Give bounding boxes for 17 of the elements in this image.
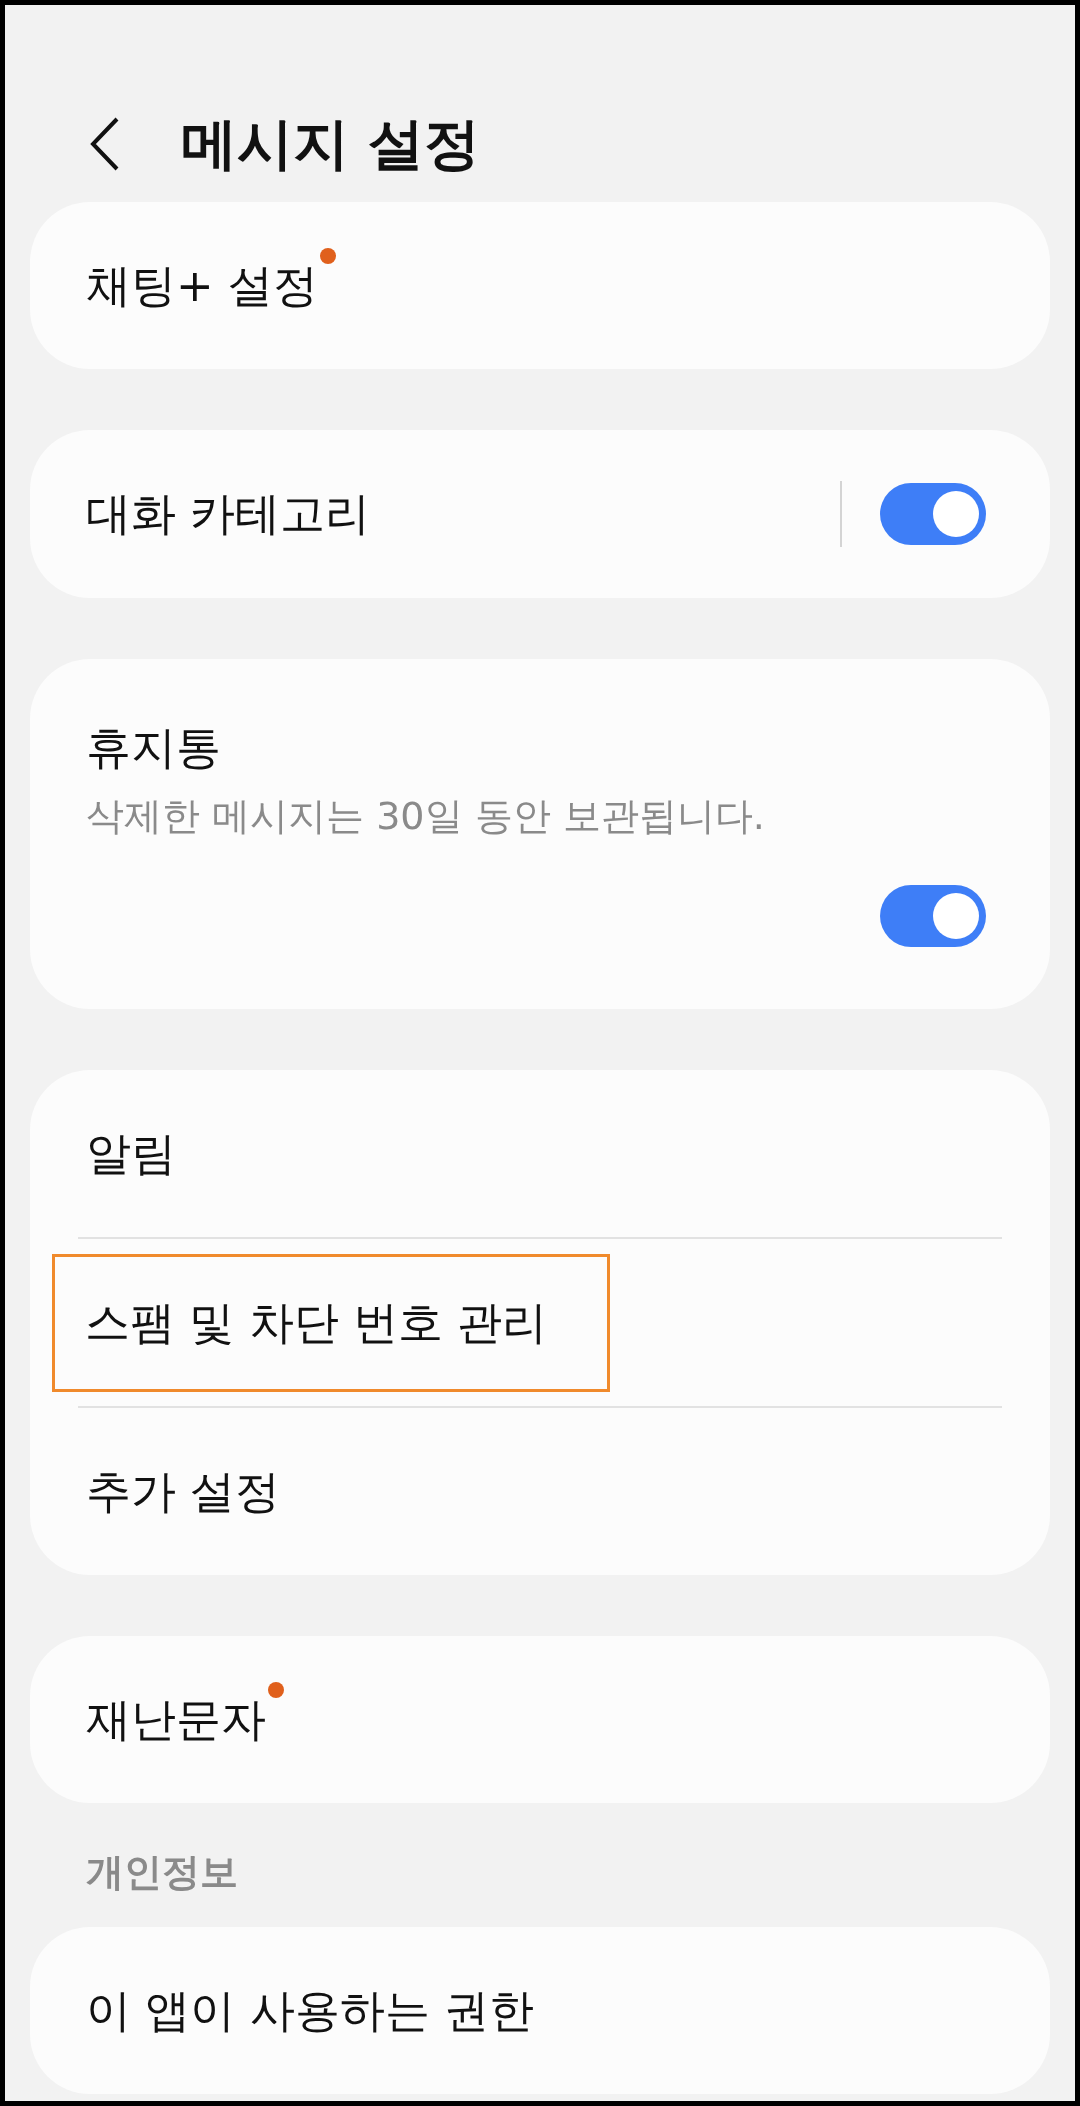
- setting-label: 휴지통: [86, 720, 222, 776]
- setting-label: 추가 설정: [86, 1463, 281, 1520]
- settings-item[interactable]: 스팸 및 차단 번호 관리: [30, 1239, 1050, 1406]
- settings-item[interactable]: 추가 설정: [30, 1408, 1050, 1575]
- setting-label: 대화 카테고리: [86, 486, 372, 543]
- settings-item[interactable]: 재난문자: [30, 1636, 1050, 1803]
- setting-label: 스팸 및 차단 번호 관리: [85, 1294, 548, 1351]
- page-title: 메시지 설정: [181, 109, 481, 178]
- setting-label: 이 앱이 사용하는 권한: [86, 1982, 534, 2039]
- setting-description: 삭제한 메시지는 30일 동안 보관됩니다.: [86, 792, 766, 840]
- setting-label: 채팅+ 설정: [86, 251, 318, 320]
- section-header: 개인정보: [85, 1849, 239, 1896]
- setting-label: 알림: [86, 1125, 176, 1182]
- settings-item[interactable]: 알림: [30, 1070, 1050, 1237]
- settings-item[interactable]: 이 앱이 사용하는 권한: [30, 1927, 1050, 2094]
- settings-item[interactable]: 채팅+ 설정: [30, 202, 1050, 369]
- setting-label: 재난문자: [86, 1685, 266, 1754]
